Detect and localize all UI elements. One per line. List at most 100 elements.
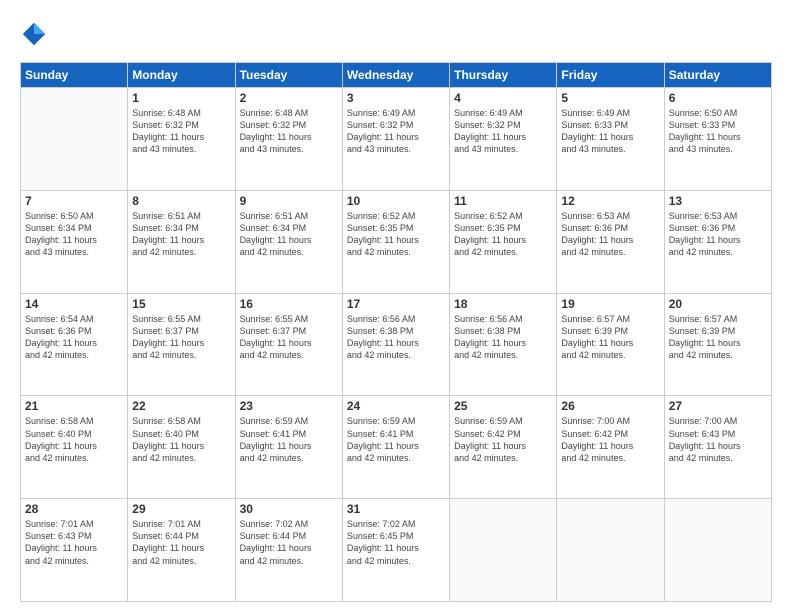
day-info: Sunrise: 6:56 AMSunset: 6:38 PMDaylight:… <box>454 313 552 362</box>
day-number: 23 <box>240 399 338 413</box>
day-info: Sunrise: 6:49 AMSunset: 6:32 PMDaylight:… <box>347 107 445 156</box>
week-row-4: 28 Sunrise: 7:01 AMSunset: 6:43 PMDayligh… <box>21 499 772 602</box>
day-cell: 5 Sunrise: 6:49 AMSunset: 6:33 PMDaylight… <box>557 88 664 191</box>
calendar: SundayMondayTuesdayWednesdayThursdayFrid… <box>20 62 772 602</box>
day-cell: 1 Sunrise: 6:48 AMSunset: 6:32 PMDaylight… <box>128 88 235 191</box>
day-number: 8 <box>132 194 230 208</box>
day-info: Sunrise: 6:56 AMSunset: 6:38 PMDaylight:… <box>347 313 445 362</box>
day-cell <box>21 88 128 191</box>
day-number: 28 <box>25 502 123 516</box>
day-number: 27 <box>669 399 767 413</box>
day-info: Sunrise: 6:59 AMSunset: 6:42 PMDaylight:… <box>454 415 552 464</box>
day-cell: 2 Sunrise: 6:48 AMSunset: 6:32 PMDaylight… <box>235 88 342 191</box>
day-info: Sunrise: 6:59 AMSunset: 6:41 PMDaylight:… <box>347 415 445 464</box>
day-number: 29 <box>132 502 230 516</box>
day-number: 19 <box>561 297 659 311</box>
day-number: 12 <box>561 194 659 208</box>
week-row-0: 1 Sunrise: 6:48 AMSunset: 6:32 PMDaylight… <box>21 88 772 191</box>
day-number: 31 <box>347 502 445 516</box>
day-info: Sunrise: 6:53 AMSunset: 6:36 PMDaylight:… <box>561 210 659 259</box>
day-cell: 30 Sunrise: 7:02 AMSunset: 6:44 PMDayligh… <box>235 499 342 602</box>
weekday-header-thursday: Thursday <box>450 63 557 88</box>
day-number: 14 <box>25 297 123 311</box>
day-number: 21 <box>25 399 123 413</box>
day-cell: 18Sunrise: 6:56 AMSunset: 6:38 PMDayligh… <box>450 293 557 396</box>
weekday-header-saturday: Saturday <box>664 63 771 88</box>
day-info: Sunrise: 6:54 AMSunset: 6:36 PMDaylight:… <box>25 313 123 362</box>
day-number: 10 <box>347 194 445 208</box>
day-number: 3 <box>347 91 445 105</box>
day-cell: 22 Sunrise: 6:58 AMSunset: 6:40 PMDayligh… <box>128 396 235 499</box>
weekday-header-friday: Friday <box>557 63 664 88</box>
weekday-header-sunday: Sunday <box>21 63 128 88</box>
week-row-2: 14 Sunrise: 6:54 AMSunset: 6:36 PMDayligh… <box>21 293 772 396</box>
day-cell: 23 Sunrise: 6:59 AMSunset: 6:41 PMDayligh… <box>235 396 342 499</box>
day-number: 20 <box>669 297 767 311</box>
day-info: Sunrise: 6:57 AMSunset: 6:39 PMDaylight:… <box>669 313 767 362</box>
day-cell: 4Sunrise: 6:49 AMSunset: 6:32 PMDaylight… <box>450 88 557 191</box>
day-info: Sunrise: 6:53 AMSunset: 6:36 PMDaylight:… <box>669 210 767 259</box>
day-number: 22 <box>132 399 230 413</box>
day-cell <box>450 499 557 602</box>
week-row-1: 7Sunrise: 6:50 AMSunset: 6:34 PMDaylight… <box>21 190 772 293</box>
day-info: Sunrise: 7:01 AMSunset: 6:43 PMDaylight:… <box>25 518 123 567</box>
day-cell: 28 Sunrise: 7:01 AMSunset: 6:43 PMDayligh… <box>21 499 128 602</box>
day-info: Sunrise: 6:48 AMSunset: 6:32 PMDaylight:… <box>132 107 230 156</box>
day-cell: 19 Sunrise: 6:57 AMSunset: 6:39 PMDayligh… <box>557 293 664 396</box>
weekday-header-monday: Monday <box>128 63 235 88</box>
day-cell: 8 Sunrise: 6:51 AMSunset: 6:34 PMDaylight… <box>128 190 235 293</box>
day-info: Sunrise: 7:02 AMSunset: 6:45 PMDaylight:… <box>347 518 445 567</box>
page: SundayMondayTuesdayWednesdayThursdayFrid… <box>0 0 792 612</box>
day-number: 15 <box>132 297 230 311</box>
logo <box>20 20 52 48</box>
day-info: Sunrise: 6:52 AMSunset: 6:35 PMDaylight:… <box>454 210 552 259</box>
weekday-header-tuesday: Tuesday <box>235 63 342 88</box>
day-cell: 11 Sunrise: 6:52 AMSunset: 6:35 PMDayligh… <box>450 190 557 293</box>
day-number: 5 <box>561 91 659 105</box>
day-number: 4 <box>454 91 552 105</box>
day-cell <box>664 499 771 602</box>
logo-icon <box>20 20 48 48</box>
day-cell: 17 Sunrise: 6:56 AMSunset: 6:38 PMDayligh… <box>342 293 449 396</box>
day-info: Sunrise: 6:58 AMSunset: 6:40 PMDaylight:… <box>132 415 230 464</box>
day-info: Sunrise: 6:52 AMSunset: 6:35 PMDaylight:… <box>347 210 445 259</box>
day-cell: 9Sunrise: 6:51 AMSunset: 6:34 PMDaylight… <box>235 190 342 293</box>
day-cell: 31 Sunrise: 7:02 AMSunset: 6:45 PMDayligh… <box>342 499 449 602</box>
day-info: Sunrise: 6:50 AMSunset: 6:33 PMDaylight:… <box>669 107 767 156</box>
day-cell: 26 Sunrise: 7:00 AMSunset: 6:42 PMDayligh… <box>557 396 664 499</box>
day-info: Sunrise: 6:57 AMSunset: 6:39 PMDaylight:… <box>561 313 659 362</box>
day-number: 16 <box>240 297 338 311</box>
day-number: 26 <box>561 399 659 413</box>
day-number: 7 <box>25 194 123 208</box>
day-cell: 7Sunrise: 6:50 AMSunset: 6:34 PMDaylight… <box>21 190 128 293</box>
day-cell: 15Sunrise: 6:55 AMSunset: 6:37 PMDayligh… <box>128 293 235 396</box>
day-info: Sunrise: 6:59 AMSunset: 6:41 PMDaylight:… <box>240 415 338 464</box>
day-info: Sunrise: 6:49 AMSunset: 6:33 PMDaylight:… <box>561 107 659 156</box>
day-number: 24 <box>347 399 445 413</box>
day-cell: 21Sunrise: 6:58 AMSunset: 6:40 PMDayligh… <box>21 396 128 499</box>
day-number: 9 <box>240 194 338 208</box>
day-cell: 10 Sunrise: 6:52 AMSunset: 6:35 PMDayligh… <box>342 190 449 293</box>
day-number: 13 <box>669 194 767 208</box>
day-number: 30 <box>240 502 338 516</box>
weekday-header-wednesday: Wednesday <box>342 63 449 88</box>
day-info: Sunrise: 6:51 AMSunset: 6:34 PMDaylight:… <box>132 210 230 259</box>
day-info: Sunrise: 7:02 AMSunset: 6:44 PMDaylight:… <box>240 518 338 567</box>
day-cell: 16 Sunrise: 6:55 AMSunset: 6:37 PMDayligh… <box>235 293 342 396</box>
day-cell: 14 Sunrise: 6:54 AMSunset: 6:36 PMDayligh… <box>21 293 128 396</box>
header <box>20 20 772 48</box>
day-number: 6 <box>669 91 767 105</box>
day-info: Sunrise: 7:00 AMSunset: 6:43 PMDaylight:… <box>669 415 767 464</box>
day-number: 11 <box>454 194 552 208</box>
day-number: 25 <box>454 399 552 413</box>
weekday-header-row: SundayMondayTuesdayWednesdayThursdayFrid… <box>21 63 772 88</box>
day-number: 17 <box>347 297 445 311</box>
day-cell: 13 Sunrise: 6:53 AMSunset: 6:36 PMDayligh… <box>664 190 771 293</box>
day-cell: 27 Sunrise: 7:00 AMSunset: 6:43 PMDayligh… <box>664 396 771 499</box>
day-number: 2 <box>240 91 338 105</box>
day-info: Sunrise: 6:55 AMSunset: 6:37 PMDaylight:… <box>240 313 338 362</box>
day-info: Sunrise: 7:00 AMSunset: 6:42 PMDaylight:… <box>561 415 659 464</box>
day-info: Sunrise: 6:48 AMSunset: 6:32 PMDaylight:… <box>240 107 338 156</box>
day-number: 1 <box>132 91 230 105</box>
day-cell: 29Sunrise: 7:01 AMSunset: 6:44 PMDayligh… <box>128 499 235 602</box>
